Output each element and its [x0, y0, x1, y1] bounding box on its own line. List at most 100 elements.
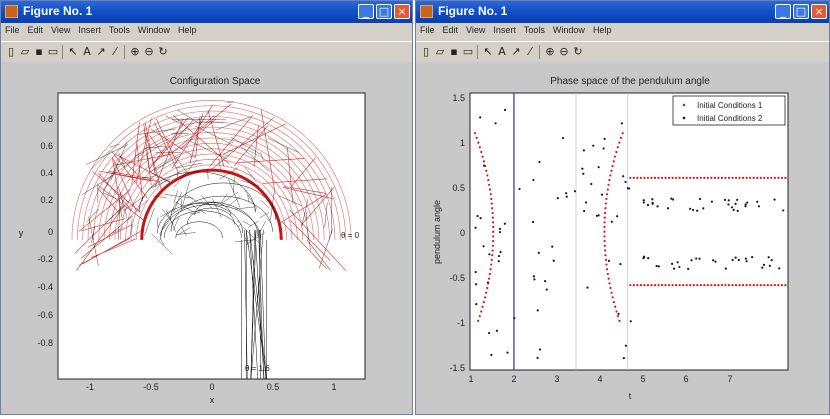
zoom-out-icon[interactable]: ⊖: [558, 45, 570, 59]
menu-file[interactable]: File: [416, 23, 439, 35]
line-icon[interactable]: ⁄: [524, 45, 536, 59]
phase-point-red: [616, 146, 619, 149]
minimize-button[interactable]: _: [775, 4, 791, 19]
phase-point-red: [490, 202, 493, 205]
close-button[interactable]: ×: [811, 4, 827, 19]
menu-help[interactable]: Help: [174, 23, 201, 35]
phase-point-red: [664, 176, 667, 179]
phase-point-red: [759, 176, 762, 179]
phase-point-black: [646, 203, 650, 207]
phase-point-black: [629, 320, 632, 323]
zoom-in-icon[interactable]: ⊕: [129, 45, 141, 59]
phase-point-black: [734, 202, 737, 205]
phase-point-black: [474, 283, 478, 286]
menu-view[interactable]: View: [462, 23, 489, 35]
phase-point-black: [475, 303, 478, 306]
x-tick-label: -1: [86, 382, 94, 392]
rotate-icon[interactable]: ↻: [572, 45, 584, 59]
title-bar[interactable]: Figure No. 1 _ □ ×: [1, 1, 412, 23]
phase-point-red: [720, 176, 724, 179]
phase-point-red: [619, 136, 623, 140]
close-button[interactable]: ×: [394, 4, 410, 19]
line-arrow-icon[interactable]: ↗: [510, 45, 522, 59]
phase-point-red: [612, 300, 615, 304]
phase-point-black: [565, 195, 568, 198]
phase-point-red: [483, 296, 487, 299]
phase-point-red: [491, 254, 494, 257]
phase-point-red: [671, 284, 674, 287]
save-icon[interactable]: ▪: [33, 45, 45, 59]
maximize-button[interactable]: □: [793, 4, 809, 19]
phase-point-red: [706, 284, 709, 287]
menu-tools[interactable]: Tools: [520, 23, 549, 35]
open-icon[interactable]: ▱: [19, 45, 31, 59]
phase-point-black: [651, 201, 654, 205]
legend[interactable]: Initial Conditions 1 Initial Conditions …: [672, 95, 786, 126]
phase-point-black: [536, 309, 539, 312]
maximize-button[interactable]: □: [376, 4, 392, 19]
plot-axes[interactable]: [469, 92, 789, 371]
menu-help[interactable]: Help: [589, 23, 616, 35]
zoom-out-icon[interactable]: ⊖: [143, 45, 155, 59]
x-tick-label: 2: [511, 374, 516, 384]
phase-point-black: [499, 250, 502, 254]
line-arrow-icon[interactable]: ↗: [95, 45, 107, 59]
phase-point-red: [490, 258, 493, 261]
menu-edit[interactable]: Edit: [24, 23, 48, 35]
menu-window[interactable]: Window: [549, 23, 589, 35]
text-icon[interactable]: A: [81, 45, 93, 59]
minimize-button[interactable]: _: [358, 4, 374, 19]
phase-point-red: [713, 176, 717, 179]
print-icon[interactable]: ▭: [47, 45, 59, 59]
new-icon[interactable]: ▯: [5, 45, 17, 59]
figure-area: Configuration Space -1 -0.5 0 0.5 1 0.8 …: [1, 62, 412, 414]
phase-point-black: [767, 256, 770, 259]
phase-point-red: [752, 284, 755, 287]
phase-point-red: [749, 176, 752, 179]
open-icon[interactable]: ▱: [434, 45, 446, 59]
arrow-icon[interactable]: ↖: [482, 45, 494, 59]
new-icon[interactable]: ▯: [420, 45, 432, 59]
phase-point-red: [657, 176, 660, 179]
phase-point-red: [487, 179, 490, 182]
phase-point-red: [770, 176, 773, 179]
phase-point-red: [745, 284, 748, 287]
line-icon[interactable]: ⁄: [109, 45, 121, 59]
phase-point-red: [731, 176, 734, 179]
menu-window[interactable]: Window: [134, 23, 174, 35]
x-tick-label: 1: [331, 382, 336, 392]
phase-point-black: [533, 278, 536, 281]
menu-file[interactable]: File: [1, 23, 24, 35]
zoom-in-icon[interactable]: ⊕: [544, 45, 556, 59]
phase-point-black: [711, 259, 715, 262]
print-icon[interactable]: ▭: [462, 45, 474, 59]
phase-point-red: [485, 169, 488, 172]
menu-view[interactable]: View: [47, 23, 74, 35]
title-bar[interactable]: Figure No. 1 _ □ ×: [416, 1, 829, 23]
phase-point-red: [477, 141, 480, 144]
phase-point-black: [603, 137, 606, 141]
theta-annotation-top: θ = 0: [341, 231, 360, 240]
phase-point-black: [488, 253, 491, 256]
phase-point-red: [604, 249, 607, 252]
legend-label-1: Initial Conditions 1: [697, 101, 763, 110]
y-tick-label: -0.2: [37, 254, 53, 264]
legend-marker-2: [682, 116, 686, 120]
phase-point-red: [607, 183, 610, 186]
phase-point-red: [632, 284, 635, 287]
text-icon[interactable]: A: [496, 45, 508, 59]
rotate-icon[interactable]: ↻: [157, 45, 169, 59]
phase-point-red: [618, 141, 621, 144]
save-icon[interactable]: ▪: [448, 45, 460, 59]
phase-point-red: [696, 176, 699, 179]
phase-point-black: [582, 172, 585, 175]
phase-point-black: [745, 260, 748, 263]
menu-insert[interactable]: Insert: [74, 23, 105, 35]
phase-point-red: [478, 146, 481, 149]
phase-point-black: [590, 182, 593, 186]
y-axis-label: y: [19, 228, 24, 238]
menu-edit[interactable]: Edit: [439, 23, 463, 35]
menu-insert[interactable]: Insert: [489, 23, 520, 35]
arrow-icon[interactable]: ↖: [67, 45, 79, 59]
menu-tools[interactable]: Tools: [105, 23, 134, 35]
